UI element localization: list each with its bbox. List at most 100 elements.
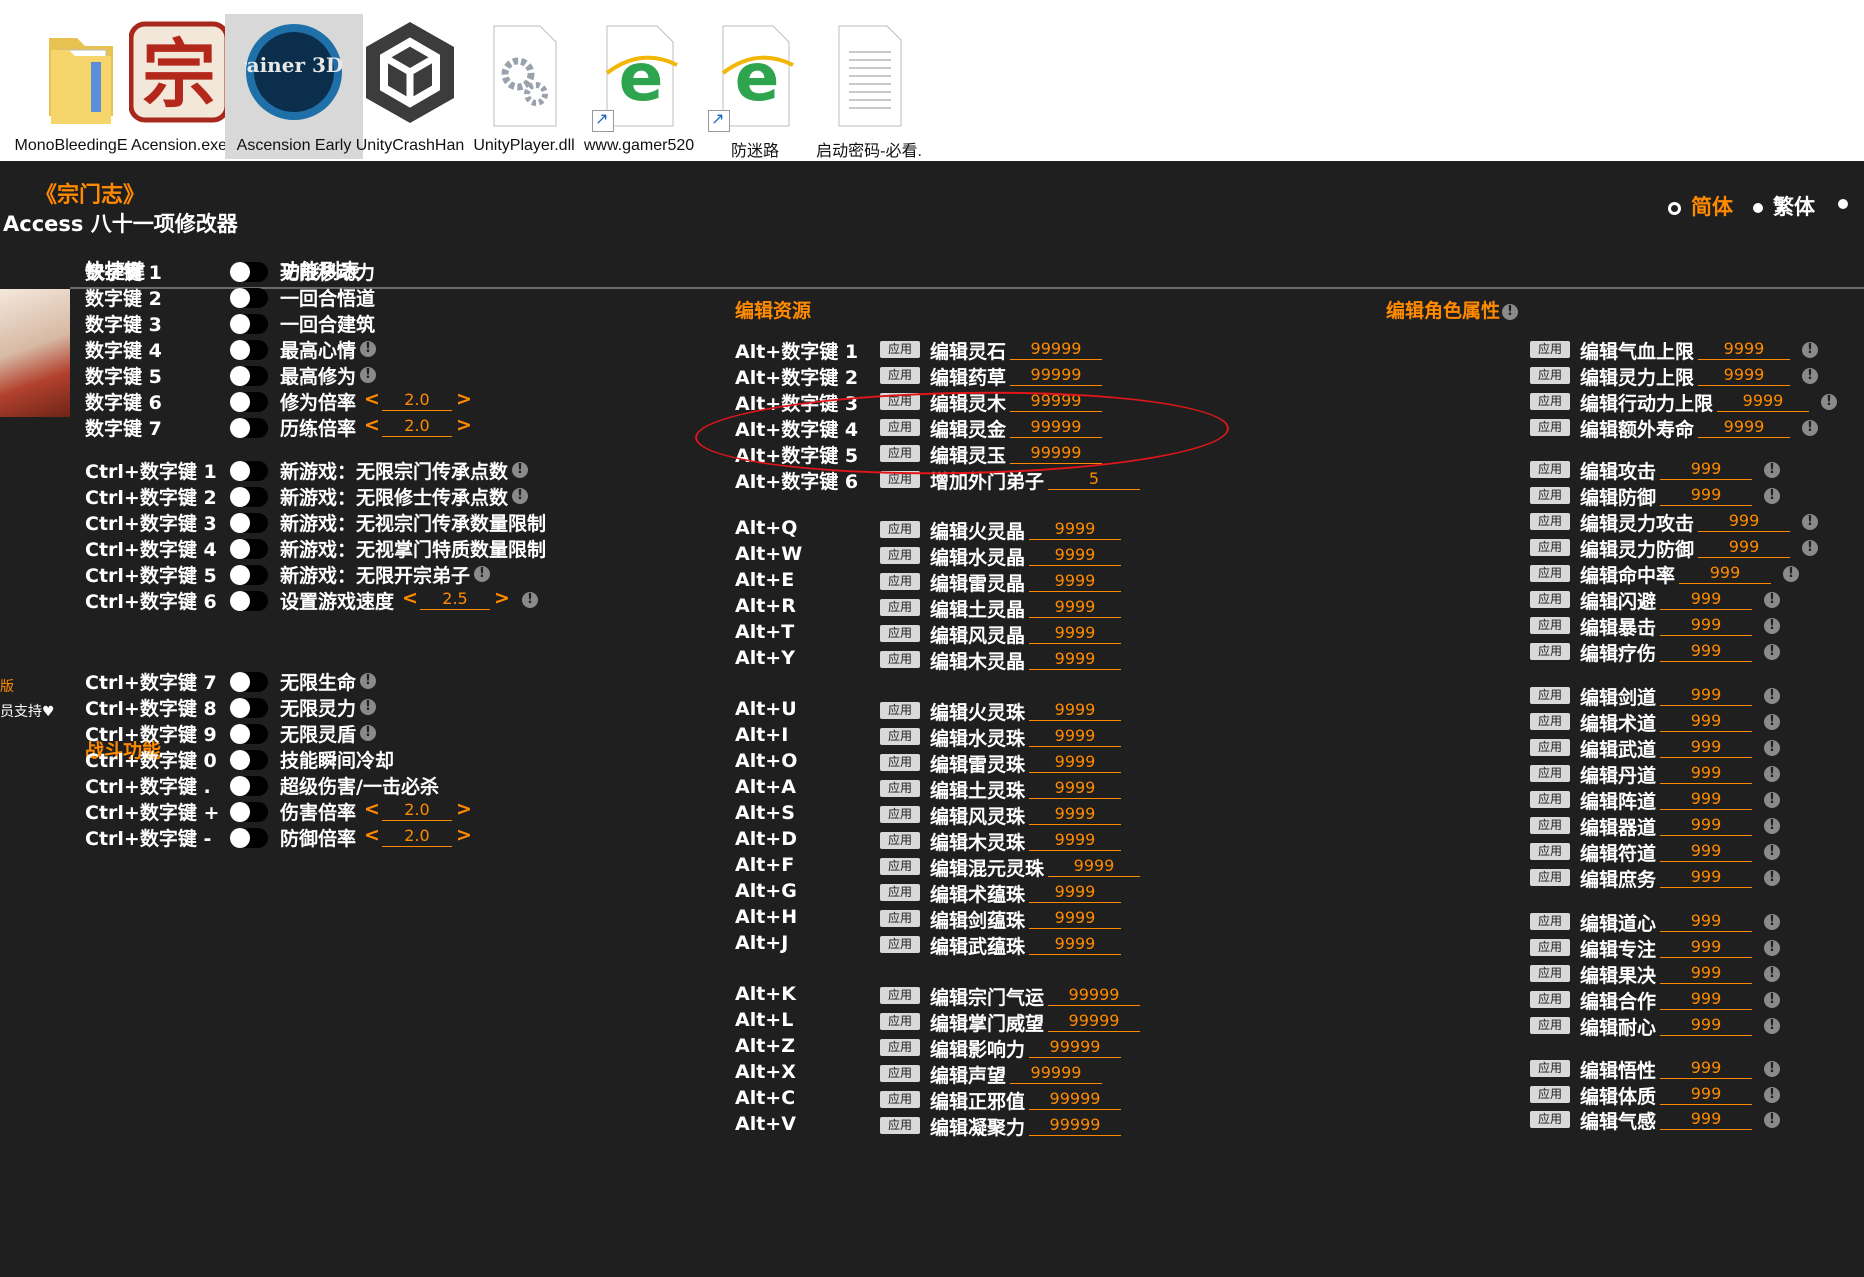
- resource-value-input[interactable]: 9999: [1029, 597, 1121, 618]
- attribute-value-input[interactable]: 999: [1660, 589, 1752, 610]
- resource-value-input[interactable]: 9999: [1029, 778, 1121, 799]
- increase-arrow-button[interactable]: >: [456, 824, 472, 846]
- apply-button[interactable]: 应用: [880, 393, 920, 410]
- attribute-value-input[interactable]: 999: [1660, 685, 1752, 706]
- apply-button[interactable]: 应用: [1530, 513, 1570, 530]
- feature-toggle-switch[interactable]: [230, 288, 268, 308]
- resource-value-input[interactable]: 5: [1048, 469, 1140, 490]
- apply-button[interactable]: 应用: [1530, 341, 1570, 358]
- attribute-value-input[interactable]: 9999: [1698, 365, 1790, 386]
- attribute-value-input[interactable]: 999: [1660, 1015, 1752, 1036]
- apply-button[interactable]: 应用: [880, 1065, 920, 1082]
- apply-button[interactable]: 应用: [1530, 843, 1570, 860]
- resource-value-input[interactable]: 9999: [1029, 934, 1121, 955]
- apply-button[interactable]: 应用: [1530, 539, 1570, 556]
- resource-value-input[interactable]: 9999: [1029, 752, 1121, 773]
- apply-button[interactable]: 应用: [1530, 643, 1570, 660]
- apply-button[interactable]: 应用: [1530, 791, 1570, 808]
- apply-button[interactable]: 应用: [880, 625, 920, 642]
- apply-button[interactable]: 应用: [880, 1039, 920, 1056]
- resource-value-input[interactable]: 99999: [1048, 985, 1140, 1006]
- attribute-value-input[interactable]: 9999: [1698, 417, 1790, 438]
- resource-value-input[interactable]: 99999: [1048, 1011, 1140, 1032]
- apply-button[interactable]: 应用: [1530, 487, 1570, 504]
- resource-value-input[interactable]: 99999: [1010, 417, 1102, 438]
- resource-value-input[interactable]: 99999: [1010, 365, 1102, 386]
- apply-button[interactable]: 应用: [880, 547, 920, 564]
- attribute-value-input[interactable]: 999: [1660, 963, 1752, 984]
- attribute-value-input[interactable]: 999: [1660, 459, 1752, 480]
- apply-button[interactable]: 应用: [1530, 591, 1570, 608]
- apply-button[interactable]: 应用: [1530, 869, 1570, 886]
- language-simplified-radio[interactable]: 简体: [1668, 191, 1733, 221]
- decrease-arrow-button[interactable]: <: [402, 587, 418, 609]
- apply-button[interactable]: 应用: [880, 521, 920, 538]
- attribute-value-input[interactable]: 999: [1660, 711, 1752, 732]
- resource-value-input[interactable]: 9999: [1029, 571, 1121, 592]
- apply-button[interactable]: 应用: [1530, 913, 1570, 930]
- apply-button[interactable]: 应用: [880, 936, 920, 953]
- resource-value-input[interactable]: 9999: [1029, 545, 1121, 566]
- increase-arrow-button[interactable]: >: [456, 798, 472, 820]
- language-more-radio[interactable]: [1838, 191, 1858, 215]
- attribute-value-input[interactable]: 999: [1660, 841, 1752, 862]
- apply-button[interactable]: 应用: [1530, 367, 1570, 384]
- apply-button[interactable]: 应用: [880, 832, 920, 849]
- apply-button[interactable]: 应用: [880, 910, 920, 927]
- resource-value-input[interactable]: 9999: [1029, 519, 1121, 540]
- feature-toggle-switch[interactable]: [230, 539, 268, 559]
- resource-value-input[interactable]: 9999: [1029, 804, 1121, 825]
- attribute-value-input[interactable]: 999: [1660, 989, 1752, 1010]
- feature-toggle-switch[interactable]: [230, 314, 268, 334]
- attribute-value-input[interactable]: 999: [1660, 911, 1752, 932]
- apply-button[interactable]: 应用: [1530, 393, 1570, 410]
- resource-value-input[interactable]: 99999: [1029, 1089, 1121, 1110]
- attribute-value-input[interactable]: 999: [1660, 1058, 1752, 1079]
- apply-button[interactable]: 应用: [1530, 1017, 1570, 1034]
- desktop-icon-password-txt[interactable]: 启动密码-必看.: [800, 14, 938, 160]
- feature-toggle-switch[interactable]: [230, 340, 268, 360]
- apply-button[interactable]: 应用: [880, 1013, 920, 1030]
- apply-button[interactable]: 应用: [880, 780, 920, 797]
- language-traditional-radio[interactable]: 繁体: [1753, 191, 1815, 221]
- attribute-value-input[interactable]: 999: [1660, 867, 1752, 888]
- attribute-value-input[interactable]: 999: [1698, 537, 1790, 558]
- apply-button[interactable]: 应用: [1530, 817, 1570, 834]
- resource-value-input[interactable]: 99999: [1010, 1063, 1102, 1084]
- apply-button[interactable]: 应用: [1530, 939, 1570, 956]
- attribute-value-input[interactable]: 999: [1679, 563, 1771, 584]
- resource-value-input[interactable]: 9999: [1029, 726, 1121, 747]
- feature-toggle-switch[interactable]: [230, 262, 268, 282]
- apply-button[interactable]: 应用: [880, 341, 920, 358]
- resource-value-input[interactable]: 99999: [1029, 1037, 1121, 1058]
- apply-button[interactable]: 应用: [880, 754, 920, 771]
- resource-value-input[interactable]: 9999: [1048, 856, 1140, 877]
- attribute-value-input[interactable]: 9999: [1698, 339, 1790, 360]
- resource-value-input[interactable]: 9999: [1029, 649, 1121, 670]
- multiplier-value-input[interactable]: 2.5: [420, 589, 490, 610]
- feature-toggle-switch[interactable]: [230, 776, 268, 796]
- resource-value-input[interactable]: 99999: [1029, 1115, 1121, 1136]
- apply-button[interactable]: 应用: [1530, 1111, 1570, 1128]
- resource-value-input[interactable]: 99999: [1010, 391, 1102, 412]
- apply-button[interactable]: 应用: [880, 471, 920, 488]
- feature-toggle-switch[interactable]: [230, 802, 268, 822]
- feature-toggle-switch[interactable]: [230, 487, 268, 507]
- increase-arrow-button[interactable]: >: [456, 414, 472, 436]
- decrease-arrow-button[interactable]: <: [364, 798, 380, 820]
- apply-button[interactable]: 应用: [1530, 965, 1570, 982]
- decrease-arrow-button[interactable]: <: [364, 388, 380, 410]
- apply-button[interactable]: 应用: [1530, 1086, 1570, 1103]
- attribute-value-input[interactable]: 999: [1660, 789, 1752, 810]
- attribute-value-input[interactable]: 999: [1660, 485, 1752, 506]
- apply-button[interactable]: 应用: [880, 573, 920, 590]
- multiplier-value-input[interactable]: 2.0: [382, 416, 452, 437]
- decrease-arrow-button[interactable]: <: [364, 414, 380, 436]
- attribute-value-input[interactable]: 999: [1660, 763, 1752, 784]
- feature-toggle-switch[interactable]: [230, 461, 268, 481]
- attribute-value-input[interactable]: 999: [1660, 737, 1752, 758]
- apply-button[interactable]: 应用: [1530, 687, 1570, 704]
- apply-button[interactable]: 应用: [880, 1091, 920, 1108]
- feature-toggle-switch[interactable]: [230, 565, 268, 585]
- resource-value-input[interactable]: 9999: [1029, 830, 1121, 851]
